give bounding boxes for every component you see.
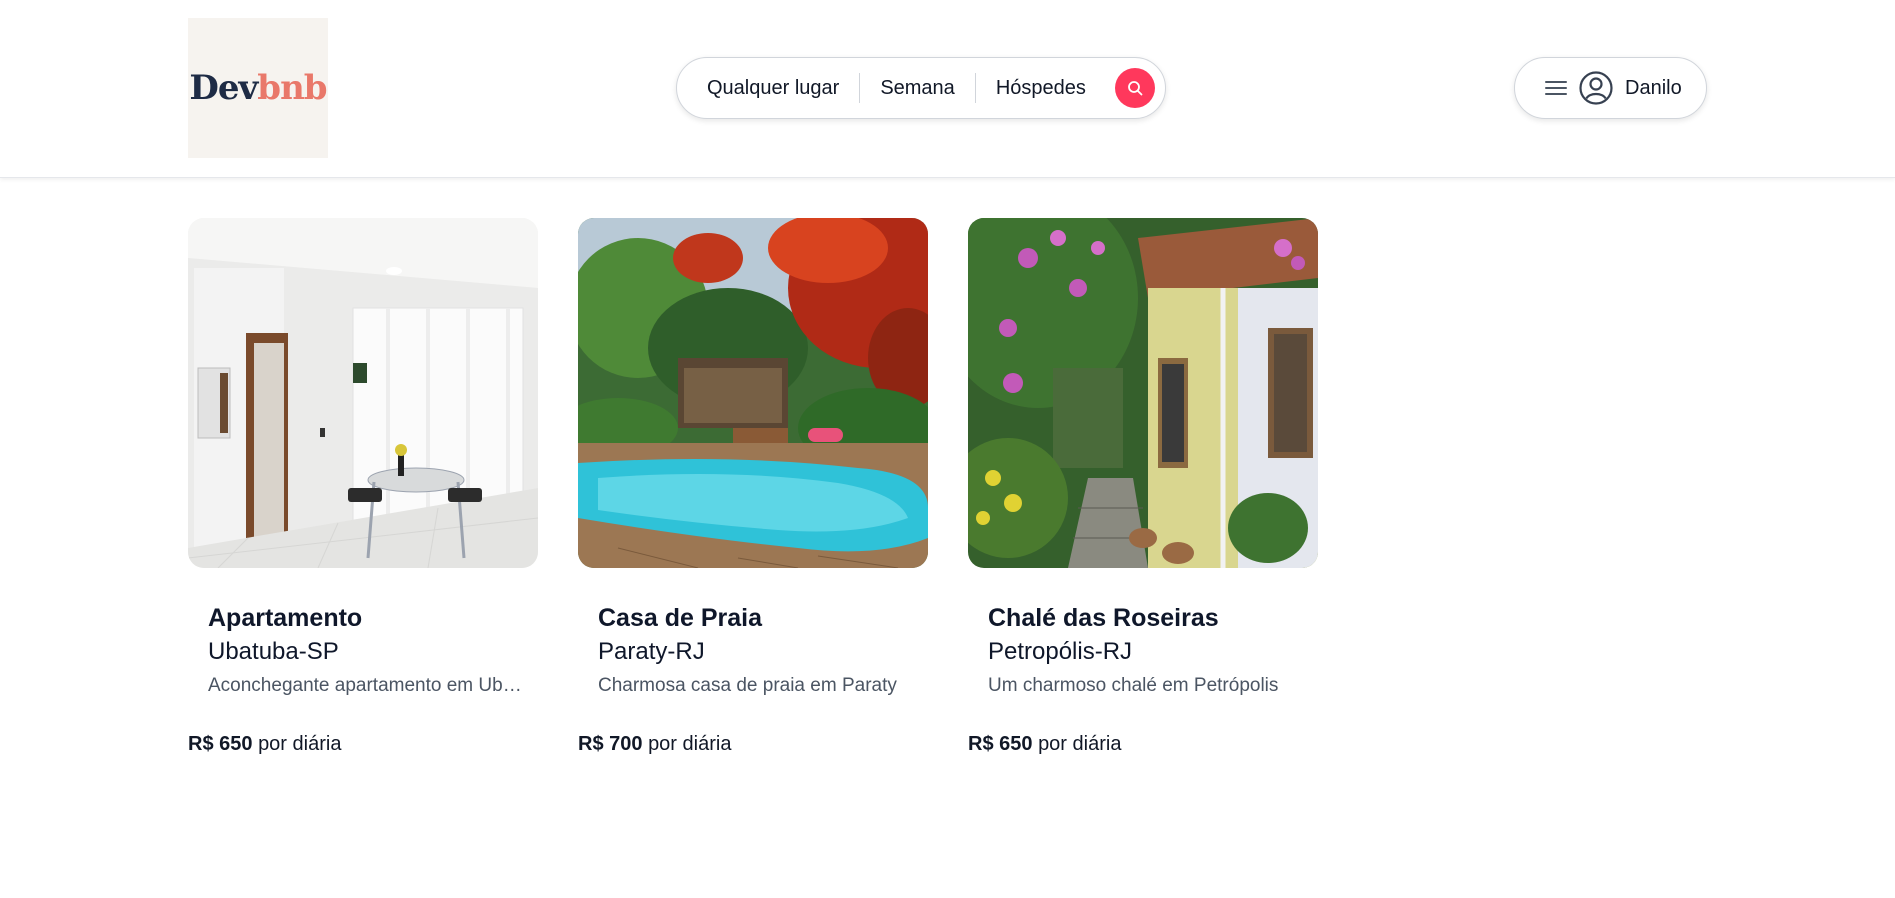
listing-price: R$ 650	[968, 733, 1033, 755]
listing-title[interactable]: Apartamento	[208, 603, 538, 633]
listing-price: R$ 700	[578, 733, 643, 755]
search-button[interactable]	[1115, 68, 1155, 108]
listing-price-suffix: por diária	[1038, 733, 1122, 755]
devbnb-logo[interactable]: Dev bnb	[188, 18, 328, 158]
search-divider	[859, 73, 861, 103]
listing-description: Aconchegante apartamento em Ubatuba	[208, 675, 528, 696]
listing-title[interactable]: Casa de Praia	[598, 603, 928, 633]
logo-text-bnb: bnb	[257, 68, 327, 108]
user-circle-icon	[1579, 71, 1613, 105]
user-name: Danilo	[1625, 76, 1682, 99]
listing-price-line: R$ 650 por diária	[188, 731, 538, 757]
listing-price-line: R$ 700 por diária	[578, 731, 928, 757]
logo-text-dev: Dev	[189, 68, 258, 108]
listing-photo[interactable]	[188, 218, 538, 568]
search-who[interactable]: Hóspedes	[996, 77, 1086, 100]
listing-card[interactable]: Chalé das Roseiras Petropólis-RJ Um char…	[968, 218, 1318, 757]
listing-price-line: R$ 650 por diária	[968, 731, 1318, 757]
search-bar[interactable]: Qualquer lugar Semana Hóspedes	[676, 57, 1166, 119]
listing-price-suffix: por diária	[648, 733, 732, 755]
listing-description: Um charmoso chalé em Petrópolis	[988, 675, 1279, 696]
listing-card[interactable]: Casa de Praia Paraty-RJ Charmosa casa de…	[578, 218, 928, 757]
top-header: Dev bnb Qualquer lugar Semana Hóspedes D…	[0, 0, 1895, 178]
listing-price-suffix: por diária	[258, 733, 342, 755]
hamburger-icon	[1545, 79, 1567, 97]
search-when[interactable]: Semana	[880, 77, 955, 100]
listing-city: Ubatuba-SP	[208, 638, 339, 665]
search-divider	[974, 73, 976, 103]
listing-price: R$ 650	[188, 733, 253, 755]
listing-info: Casa de Praia Paraty-RJ Charmosa casa de…	[578, 603, 928, 699]
listing-card[interactable]: Apartamento Ubatuba-SP Aconchegante apar…	[188, 218, 538, 757]
search-where[interactable]: Qualquer lugar	[707, 77, 839, 100]
search-icon	[1128, 81, 1143, 96]
listing-city: Petropólis-RJ	[988, 638, 1133, 665]
listing-title[interactable]: Chalé das Roseiras	[988, 603, 1318, 633]
listing-info: Chalé das Roseiras Petropólis-RJ Um char…	[968, 603, 1318, 699]
listing-city: Paraty-RJ	[598, 638, 705, 665]
listing-photo[interactable]	[968, 218, 1318, 568]
user-menu-button[interactable]: Danilo	[1514, 57, 1707, 119]
listing-info: Apartamento Ubatuba-SP Aconchegante apar…	[188, 603, 538, 699]
listing-photo[interactable]	[578, 218, 928, 568]
listing-description: Charmosa casa de praia em Paraty	[598, 675, 897, 696]
